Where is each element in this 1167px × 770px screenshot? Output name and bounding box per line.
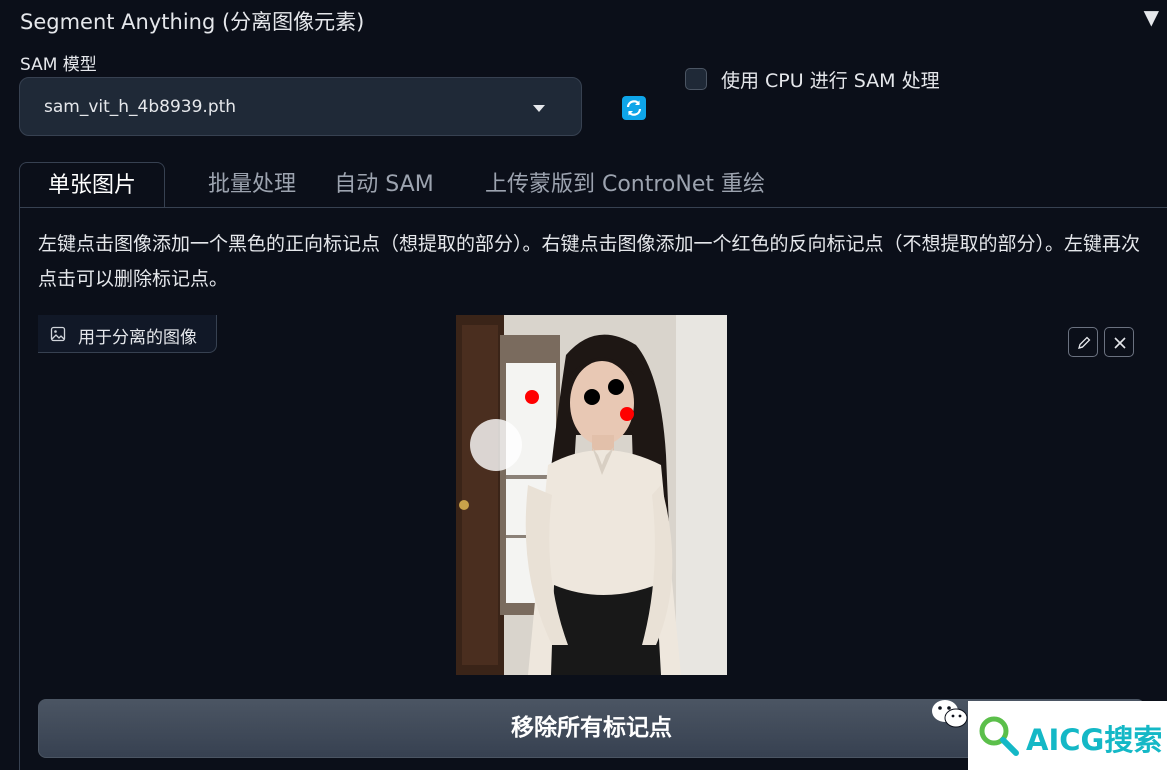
cpu-checkbox-label[interactable]: 使用 CPU 进行 SAM 处理 <box>721 66 940 93</box>
edit-image-button[interactable] <box>1068 327 1098 357</box>
tab-upload-mask[interactable]: 上传蒙版到 ControNet 重绘 <box>475 162 775 208</box>
search-icon <box>979 716 1019 756</box>
segmentation-image-canvas[interactable] <box>456 315 727 675</box>
refresh-icon <box>626 100 642 116</box>
chevron-down-icon <box>533 105 545 112</box>
watermark: AICG搜索 <box>968 701 1167 770</box>
wechat-icon <box>932 700 968 728</box>
model-label: SAM 模型 <box>20 55 97 75</box>
cpu-checkbox[interactable] <box>685 68 707 90</box>
instructions-text: 左键点击图像添加一个黑色的正向标记点（想提取的部分）。右键点击图像添加一个红色的… <box>38 233 1141 290</box>
refresh-models-button[interactable] <box>622 96 646 120</box>
pencil-icon <box>1078 336 1091 349</box>
image-input-label-text: 用于分离的图像 <box>78 328 197 348</box>
close-icon <box>1114 337 1126 349</box>
tab-single-image[interactable]: 单张图片 <box>19 162 165 208</box>
portrait-photo <box>456 315 727 675</box>
tab-auto-sam[interactable]: 自动 SAM <box>323 162 445 208</box>
model-dropdown-value: sam_vit_h_4b8939.pth <box>44 97 237 117</box>
accordion-header[interactable]: Segment Anything (分离图像元素) ▼ <box>0 0 1167 40</box>
accordion-title: Segment Anything (分离图像元素) <box>20 10 365 34</box>
watermark-text: AICG搜索 <box>1026 723 1163 757</box>
image-icon <box>50 326 66 342</box>
model-dropdown[interactable]: sam_vit_h_4b8939.pth <box>19 77 582 136</box>
collapse-triangle-icon[interactable]: ▼ <box>1144 5 1159 29</box>
image-input-label: 用于分离的图像 <box>38 315 217 353</box>
tab-batch[interactable]: 批量处理 <box>179 162 325 208</box>
clear-image-button[interactable] <box>1104 327 1134 357</box>
